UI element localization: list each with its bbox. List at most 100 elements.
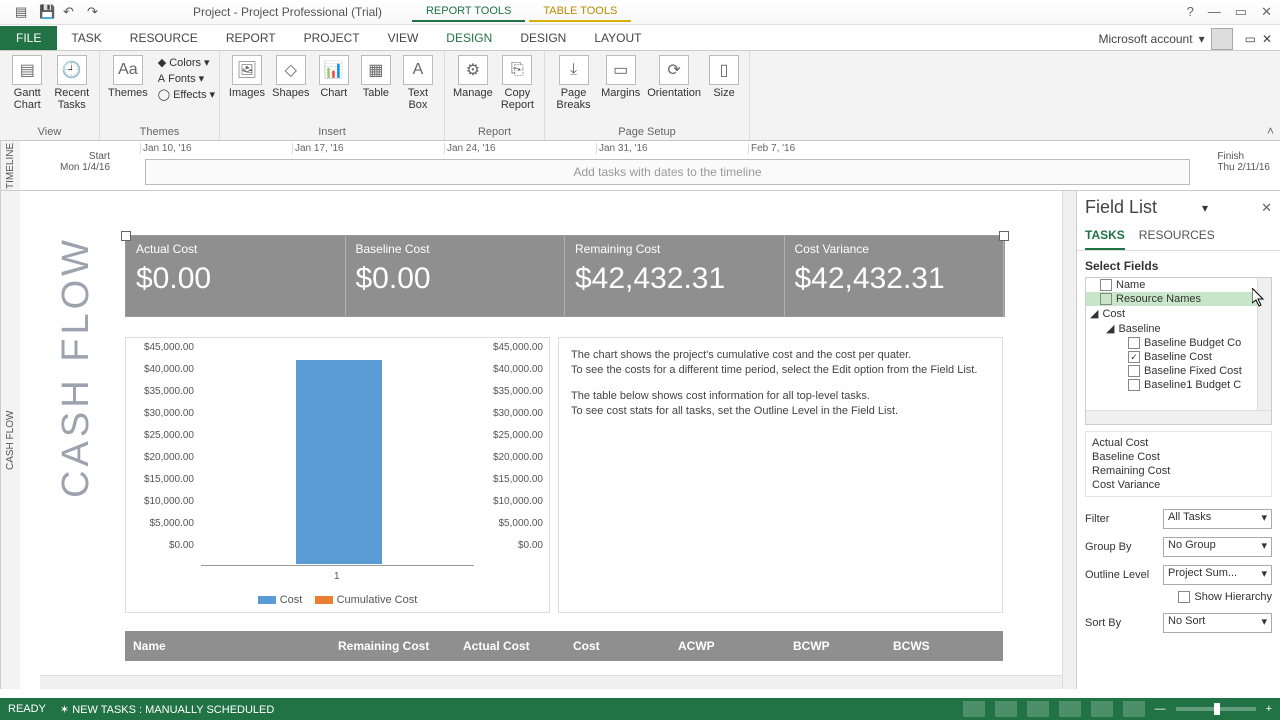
close-icon[interactable]: ✕	[1261, 4, 1272, 20]
tree-horizontal-scrollbar[interactable]	[1086, 410, 1271, 424]
fields-tree[interactable]: Name Resource Names ◢Cost ◢Baseline Base…	[1085, 277, 1272, 425]
groupby-combo[interactable]: No Group ▾	[1163, 537, 1272, 557]
legend-swatch-cost	[258, 596, 276, 604]
report-title: CASH FLOW	[55, 236, 98, 498]
table-button[interactable]: ▦Table	[358, 55, 394, 99]
tree-vertical-scrollbar[interactable]	[1257, 278, 1271, 410]
group-label-report: Report	[453, 126, 536, 138]
timeline-ticks: Jan 10, '16 Jan 17, '16 Jan 24, '16 Jan …	[20, 141, 1280, 154]
tree-item-resource-names[interactable]: Resource Names	[1086, 292, 1271, 306]
view-shortcut-6[interactable]	[1123, 701, 1145, 717]
field-list-tab-tasks[interactable]: TASKS	[1085, 222, 1125, 250]
timeline-body[interactable]: Jan 10, '16 Jan 17, '16 Jan 24, '16 Jan …	[20, 141, 1280, 190]
avatar	[1211, 28, 1233, 50]
help-icon[interactable]: ?	[1187, 4, 1194, 20]
tree-item-baseline-cost[interactable]: ✓Baseline Cost	[1086, 350, 1271, 364]
redo-icon[interactable]: ↷	[87, 4, 103, 20]
field-list-tab-resources[interactable]: RESOURCES	[1139, 222, 1215, 250]
field-list-dropdown-icon[interactable]: ▾	[1202, 201, 1208, 215]
account-label: Microsoft account	[1099, 32, 1193, 46]
page-breaks-button[interactable]: ⤓Page Breaks	[553, 55, 594, 111]
chosen-remaining-cost[interactable]: Remaining Cost	[1092, 464, 1265, 478]
size-button[interactable]: ▯Size	[707, 55, 741, 99]
ribbon-restore-icon[interactable]: ▭	[1245, 32, 1256, 46]
chosen-fields-list[interactable]: Actual Cost Baseline Cost Remaining Cost…	[1085, 431, 1272, 497]
outline-combo[interactable]: Project Sum... ▾	[1163, 565, 1272, 585]
orientation-button[interactable]: ⟳Orientation	[647, 55, 701, 99]
view-shortcut-1[interactable]	[963, 701, 985, 717]
sortby-row: Sort By No Sort ▾	[1077, 609, 1280, 637]
show-hierarchy-row[interactable]: Show Hierarchy	[1077, 589, 1280, 609]
filter-combo[interactable]: All Tasks ▾	[1163, 509, 1272, 529]
tree-item-baseline[interactable]: ◢Baseline	[1086, 321, 1271, 336]
canvas-horizontal-scrollbar[interactable]	[40, 675, 1062, 689]
cost-chart[interactable]: $45,000.00 $40,000.00 $35,000.00 $30,000…	[125, 337, 550, 613]
tab-layout[interactable]: LAYOUT	[580, 26, 655, 50]
chosen-baseline-cost[interactable]: Baseline Cost	[1092, 450, 1265, 464]
themes-button[interactable]: AaThemes	[108, 55, 148, 99]
view-shortcut-4[interactable]	[1059, 701, 1081, 717]
undo-icon[interactable]: ↶	[63, 4, 79, 20]
status-scheduling[interactable]: ✶ NEW TASKS : MANUALLY SCHEDULED	[60, 703, 274, 716]
fonts-button[interactable]: AFonts▾	[154, 71, 219, 86]
tab-project[interactable]: PROJECT	[290, 26, 374, 50]
tab-design-table[interactable]: DESIGN	[506, 26, 580, 50]
copy-report-button[interactable]: ⎘Copy Report	[499, 55, 536, 111]
field-list-title: Field List	[1085, 197, 1157, 218]
recent-tasks-button[interactable]: 🕘Recent Tasks	[53, 55, 92, 111]
group-page-setup: ⤓Page Breaks ▭Margins ⟳Orientation ▯Size…	[545, 51, 750, 140]
tab-resource[interactable]: RESOURCE	[116, 26, 212, 50]
maximize-icon[interactable]: ▭	[1235, 4, 1247, 20]
summary-cell-remaining-cost: Remaining Cost $42,432.31	[565, 236, 785, 316]
zoom-out-icon[interactable]: —	[1155, 703, 1166, 715]
report-canvas[interactable]: CASH FLOW Actual Cost $0.00 Baseline Cos…	[20, 191, 1076, 689]
sortby-combo[interactable]: No Sort ▾	[1163, 613, 1272, 633]
tab-view[interactable]: VIEW	[374, 26, 433, 50]
account-area[interactable]: Microsoft account ▾ ▭ ✕	[1099, 28, 1280, 50]
tree-item-baseline1-budget[interactable]: Baseline1 Budget C	[1086, 378, 1271, 392]
collapse-ribbon-icon[interactable]: ˄	[1267, 124, 1274, 138]
chosen-cost-variance[interactable]: Cost Variance	[1092, 478, 1265, 492]
main-area: CASH FLOW CASH FLOW Actual Cost $0.00 Ba…	[0, 191, 1280, 689]
gantt-chart-button[interactable]: ▤Gantt Chart	[8, 55, 47, 111]
effects-button[interactable]: ◯Effects▾	[154, 87, 219, 102]
chosen-actual-cost[interactable]: Actual Cost	[1092, 436, 1265, 450]
tree-item-name[interactable]: Name	[1086, 278, 1271, 292]
save-icon[interactable]: 💾	[39, 4, 55, 20]
tab-task[interactable]: TASK	[57, 26, 115, 50]
field-list-close-icon[interactable]: ✕	[1261, 200, 1272, 216]
zoom-slider[interactable]	[1176, 707, 1256, 711]
tree-item-cost[interactable]: ◢Cost	[1086, 306, 1271, 321]
group-themes: AaThemes ◆Colors▾ AFonts▾ ◯Effects▾ Them…	[100, 51, 220, 140]
summary-cell-baseline-cost: Baseline Cost $0.00	[346, 236, 566, 316]
tab-design-report[interactable]: DESIGN	[432, 26, 506, 50]
status-bar: READY ✶ NEW TASKS : MANUALLY SCHEDULED —…	[0, 698, 1280, 720]
effects-icon: ◯	[158, 88, 170, 101]
tab-report[interactable]: REPORT	[212, 26, 290, 50]
colors-button[interactable]: ◆Colors▾	[154, 55, 219, 70]
view-shortcut-2[interactable]	[995, 701, 1017, 717]
tree-item-baseline-budget[interactable]: Baseline Budget Co	[1086, 336, 1271, 350]
summary-table[interactable]: Actual Cost $0.00 Baseline Cost $0.00 Re…	[125, 235, 1005, 317]
images-button[interactable]: 🖼Images	[228, 55, 266, 99]
chart-bar	[296, 360, 382, 564]
cost-table[interactable]: Name Remaining Cost Actual Cost Cost ACW…	[125, 631, 1003, 661]
status-ready: READY	[8, 703, 46, 715]
minimize-icon[interactable]: —	[1208, 4, 1221, 20]
doc-close-icon[interactable]: ✕	[1262, 32, 1272, 46]
textbox-button[interactable]: AText Box	[400, 55, 436, 111]
zoom-in-icon[interactable]: +	[1266, 703, 1272, 715]
shapes-button[interactable]: ◇Shapes	[272, 55, 310, 99]
chart-button[interactable]: 📊Chart	[316, 55, 352, 99]
chart-legend: Cost Cumulative Cost	[126, 594, 549, 606]
margins-button[interactable]: ▭Margins	[600, 55, 641, 99]
view-shortcut-5[interactable]	[1091, 701, 1113, 717]
ribbon-body: ▤Gantt Chart 🕘Recent Tasks View AaThemes…	[0, 51, 1280, 141]
tab-file[interactable]: FILE	[0, 26, 57, 50]
tree-item-baseline-fixed[interactable]: Baseline Fixed Cost	[1086, 364, 1271, 378]
canvas-vertical-scrollbar[interactable]	[1062, 191, 1076, 689]
group-label-view: View	[8, 126, 91, 138]
manage-button[interactable]: ⚙Manage	[453, 55, 493, 99]
view-shortcut-3[interactable]	[1027, 701, 1049, 717]
timeline-placeholder[interactable]: Add tasks with dates to the timeline	[145, 159, 1190, 185]
